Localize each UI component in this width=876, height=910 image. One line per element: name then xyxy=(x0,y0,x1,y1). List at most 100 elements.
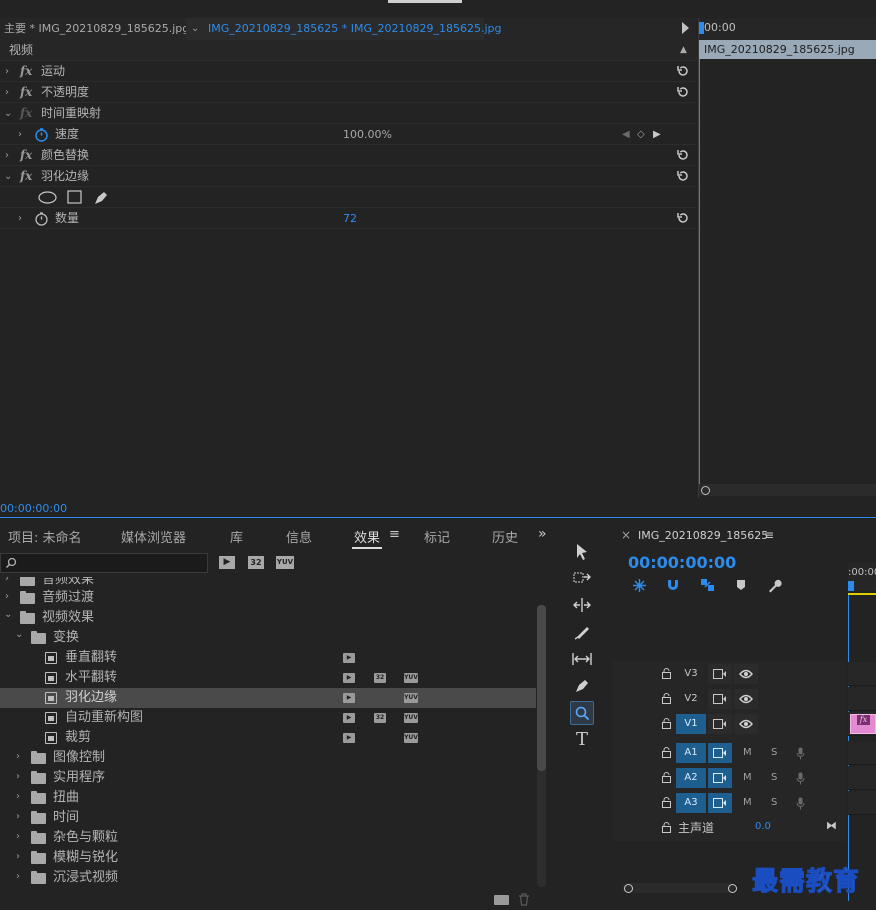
sequence-menu-icon[interactable]: ≡ xyxy=(764,528,774,542)
tree-folder-transform[interactable]: ⌄ 变换 xyxy=(0,628,536,648)
ripple-edit-tool-icon[interactable] xyxy=(570,593,594,617)
lock-icon[interactable] xyxy=(662,797,671,808)
solo-button[interactable]: S xyxy=(771,743,777,763)
track-target-a1[interactable]: A1 xyxy=(676,743,706,763)
scrollbar-thumb[interactable] xyxy=(537,605,546,771)
track-select-tool-icon[interactable] xyxy=(570,566,594,590)
pen-tool-icon[interactable] xyxy=(570,674,594,698)
chevron-right-icon[interactable]: › xyxy=(5,82,9,103)
close-icon[interactable]: × xyxy=(621,528,631,542)
reset-icon[interactable] xyxy=(676,211,690,225)
sync-lock-icon[interactable] xyxy=(708,714,732,734)
razor-tool-icon[interactable] xyxy=(570,620,594,644)
solo-button[interactable]: S xyxy=(771,768,777,788)
property-value[interactable]: 100.00% xyxy=(343,124,392,145)
sync-lock-icon[interactable] xyxy=(708,768,732,788)
lock-icon[interactable] xyxy=(662,718,671,729)
effect-row-feather-edges[interactable]: ⌄ fx 羽化边缘 xyxy=(0,166,697,187)
track-target-v2[interactable]: V2 xyxy=(676,689,706,709)
trash-icon[interactable] xyxy=(518,893,530,906)
tree-folder-image-control[interactable]: › 图像控制 xyxy=(0,748,536,768)
pen-mask-icon[interactable] xyxy=(93,190,109,206)
tree-folder-utility[interactable]: › 实用程序 xyxy=(0,768,536,788)
lock-icon[interactable] xyxy=(662,822,671,833)
stopwatch-icon[interactable] xyxy=(34,211,49,226)
play-triangle-icon[interactable] xyxy=(682,22,689,34)
chevron-right-icon[interactable]: › xyxy=(16,767,20,787)
zoom-tool-icon[interactable] xyxy=(570,701,594,725)
snap-magnet-icon[interactable] xyxy=(666,578,680,592)
lock-icon[interactable] xyxy=(662,747,671,758)
tree-folder-time[interactable]: › 时间 xyxy=(0,808,536,828)
type-tool-icon[interactable]: T xyxy=(570,728,594,752)
32bit-filter-button[interactable]: 32 xyxy=(248,556,264,569)
chevron-right-icon[interactable]: › xyxy=(16,747,20,767)
chevron-right-icon[interactable]: › xyxy=(18,124,22,145)
track-lane-a3[interactable] xyxy=(848,791,876,815)
mute-button[interactable]: M xyxy=(743,793,752,813)
chevron-right-icon[interactable]: › xyxy=(5,145,9,166)
tab-effects[interactable]: 效果 xyxy=(354,527,380,546)
tab-menu-icon[interactable]: ≡ xyxy=(389,527,400,542)
chevron-right-icon[interactable]: › xyxy=(16,787,20,807)
track-lane-v2[interactable] xyxy=(848,687,876,711)
sync-lock-icon[interactable] xyxy=(708,743,732,763)
track-target-a2[interactable]: A2 xyxy=(676,768,706,788)
go-to-out-icon[interactable]: ⧓ xyxy=(826,819,837,832)
mute-button[interactable]: M xyxy=(743,768,752,788)
reset-icon[interactable] xyxy=(676,85,690,99)
tab-libraries[interactable]: 库 xyxy=(230,527,243,546)
tab-history[interactable]: 历史 xyxy=(492,527,518,546)
chevron-right-icon[interactable]: › xyxy=(16,807,20,827)
track-lane-v3[interactable] xyxy=(848,662,876,686)
current-timecode[interactable]: 00:00:00:00 xyxy=(0,502,67,515)
effect-row-motion[interactable]: › fx 运动 xyxy=(0,61,697,82)
tab-media-browser[interactable]: 媒体浏览器 xyxy=(121,527,186,546)
lock-icon[interactable] xyxy=(662,772,671,783)
lock-icon[interactable] xyxy=(662,693,671,704)
timeline-clip[interactable]: fx xyxy=(850,714,876,734)
tree-folder-noise-grain[interactable]: › 杂色与颗粒 xyxy=(0,828,536,848)
ellipse-mask-icon[interactable] xyxy=(38,191,57,204)
property-row-speed[interactable]: › 速度 100.00% ◀ ◇ ▶ xyxy=(0,124,697,145)
property-row-amount[interactable]: › 数量 72 xyxy=(0,208,697,229)
effect-row-opacity[interactable]: › fx 不透明度 xyxy=(0,82,697,103)
work-area-bar[interactable] xyxy=(848,593,876,595)
chevron-right-icon[interactable]: › xyxy=(5,587,9,607)
reset-icon[interactable] xyxy=(676,64,690,78)
tree-effect-auto-reframe[interactable]: 自动重新构图 ▶ 32 YUV xyxy=(0,708,536,728)
chevron-right-icon[interactable]: › xyxy=(16,827,20,847)
chevron-down-icon[interactable]: ⌄ xyxy=(4,605,12,625)
track-lane-a1[interactable] xyxy=(848,741,876,765)
eye-icon[interactable] xyxy=(734,689,758,709)
solo-button[interactable]: S xyxy=(771,793,777,813)
chevron-down-icon[interactable]: ⌄ xyxy=(191,23,199,34)
playhead-marker[interactable] xyxy=(699,22,704,34)
microphone-icon[interactable] xyxy=(796,797,805,810)
reset-icon[interactable] xyxy=(676,169,690,183)
tab-info[interactable]: 信息 xyxy=(286,527,312,546)
tree-effect-horizontal-flip[interactable]: 水平翻转 ▶ 32 YUV xyxy=(0,668,536,688)
microphone-icon[interactable] xyxy=(796,772,805,785)
rectangle-mask-icon[interactable] xyxy=(67,190,82,204)
fx-icon[interactable]: fx xyxy=(20,61,32,82)
fx-icon[interactable]: fx xyxy=(20,82,32,103)
more-tabs-icon[interactable]: » xyxy=(538,526,547,542)
eye-icon[interactable] xyxy=(734,714,758,734)
effect-row-color-replace[interactable]: › fx 颜色替换 xyxy=(0,145,697,166)
sync-lock-icon[interactable] xyxy=(708,664,732,684)
wrench-icon[interactable] xyxy=(767,578,782,593)
tree-folder-audio-transitions[interactable]: › 音频过渡 xyxy=(0,588,536,608)
fx-icon[interactable]: fx xyxy=(20,166,32,187)
eye-icon[interactable] xyxy=(734,664,758,684)
lock-icon[interactable] xyxy=(662,668,671,679)
linked-selection-icon[interactable] xyxy=(700,578,715,592)
new-folder-icon[interactable] xyxy=(494,895,509,905)
chevron-right-icon[interactable]: › xyxy=(16,847,20,867)
search-input[interactable] xyxy=(0,553,208,573)
tab-markers[interactable]: 标记 xyxy=(424,527,450,546)
track-lane-v1[interactable]: fx xyxy=(848,712,876,736)
fx-icon[interactable]: fx xyxy=(20,145,32,166)
timeline-playhead-handle[interactable] xyxy=(848,581,854,591)
tab-sequence-clip[interactable]: IMG_20210829_185625 * IMG_20210829_18562… xyxy=(208,18,502,40)
